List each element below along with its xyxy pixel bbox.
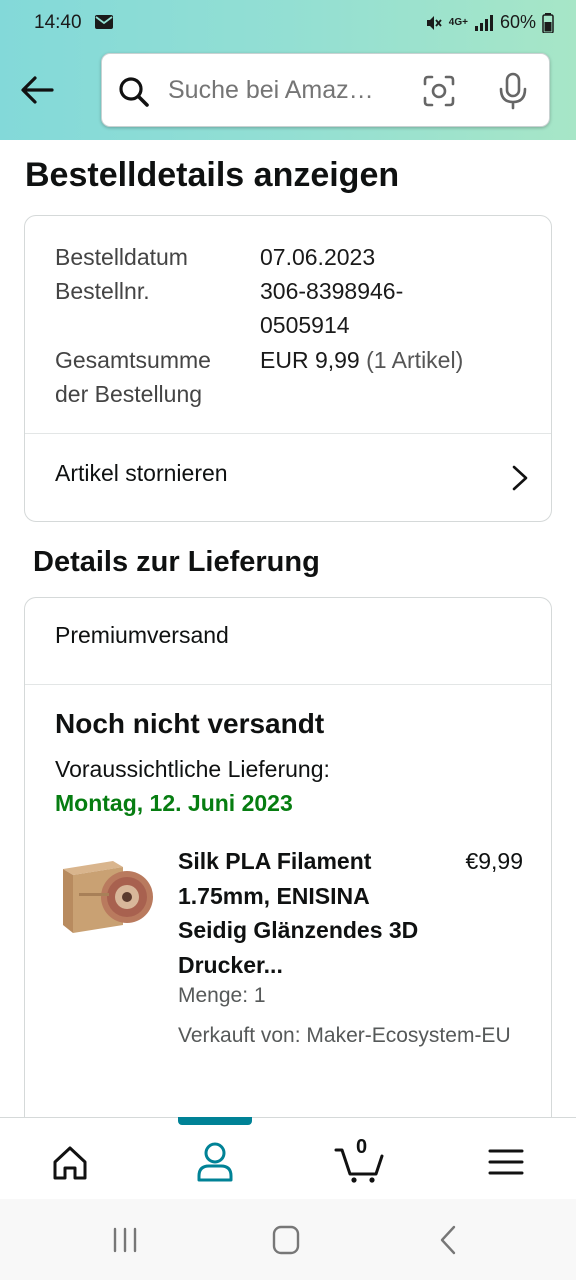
mail-icon xyxy=(95,15,113,29)
divider xyxy=(25,684,551,685)
order-total-items: (1 Artikel) xyxy=(366,347,464,373)
product-seller: Verkauft von: Maker-Ecosystem-EU xyxy=(178,1024,511,1047)
order-total-label-line2: der Bestellung xyxy=(55,381,203,407)
system-nav-bar xyxy=(0,1199,576,1280)
product-title-link[interactable]: Silk PLA Filament 1.75mm, ENISINA Seidig… xyxy=(178,844,428,982)
order-summary-card: Bestelldatum 07.06.2023 Bestellnr. 306-8… xyxy=(24,215,552,522)
order-number-value-line2: 0505914 xyxy=(260,312,350,338)
recent-apps-icon[interactable] xyxy=(105,1223,145,1257)
delivery-section-title: Details zur Lieferung xyxy=(33,546,320,578)
cart-count: 0 xyxy=(356,1136,368,1158)
signal-icon xyxy=(474,14,493,31)
shipment-status: Noch nicht versandt xyxy=(55,708,325,739)
product-image[interactable] xyxy=(57,853,155,941)
system-back-icon[interactable] xyxy=(428,1223,468,1257)
product-quantity: Menge: 1 xyxy=(178,984,266,1007)
back-arrow-icon[interactable] xyxy=(18,70,58,110)
cancel-items-row[interactable]: Artikel stornieren xyxy=(25,434,551,522)
delivery-card: Premiumversand Noch nicht versandt Vorau… xyxy=(24,597,552,1127)
menu-icon[interactable] xyxy=(476,1140,536,1184)
search-box[interactable] xyxy=(101,53,550,127)
order-total-label-line1: Gesamtsumme xyxy=(55,347,211,373)
order-total-value: EUR 9,99 (1 Artikel) xyxy=(260,343,463,377)
page-title: Bestelldetails anzeigen xyxy=(25,156,400,194)
status-icons: 4G+ 60% xyxy=(425,12,554,33)
expected-delivery-label: Voraussichtliche Lieferung: xyxy=(55,756,330,782)
header-bar: 14:40 4G+ 60% xyxy=(0,0,576,140)
cancel-items-label: Artikel stornieren xyxy=(55,460,228,486)
mute-icon xyxy=(426,15,442,30)
cart-button[interactable]: 0 xyxy=(330,1136,390,1184)
product-price: €9,99 xyxy=(465,848,523,874)
active-tab-indicator xyxy=(178,1117,252,1125)
order-total-amount: EUR 9,99 xyxy=(260,347,360,373)
search-input[interactable] xyxy=(168,72,398,108)
camera-scan-icon[interactable] xyxy=(422,74,456,108)
battery-percent: 60% xyxy=(499,12,536,32)
bottom-nav: 0 xyxy=(0,1117,576,1199)
order-number-label: Bestellnr. xyxy=(55,278,150,304)
order-date-label: Bestelldatum xyxy=(55,244,188,270)
search-icon xyxy=(119,77,149,107)
status-bar: 14:40 4G+ 60% xyxy=(0,0,576,48)
home-icon[interactable] xyxy=(40,1140,100,1184)
expected-delivery-date: Montag, 12. Juni 2023 xyxy=(55,790,293,816)
account-icon[interactable] xyxy=(185,1140,245,1184)
chevron-right-icon xyxy=(512,465,528,491)
battery-icon xyxy=(542,12,554,33)
home-button-icon[interactable] xyxy=(266,1223,306,1257)
status-time: 14:40 xyxy=(34,12,82,33)
microphone-icon[interactable] xyxy=(498,72,528,110)
network-type: 4G+ xyxy=(448,16,468,28)
order-number-value-line1: 306-8398946- xyxy=(260,278,404,304)
order-date-value: 07.06.2023 xyxy=(260,244,376,270)
shipping-method: Premiumversand xyxy=(55,622,229,648)
